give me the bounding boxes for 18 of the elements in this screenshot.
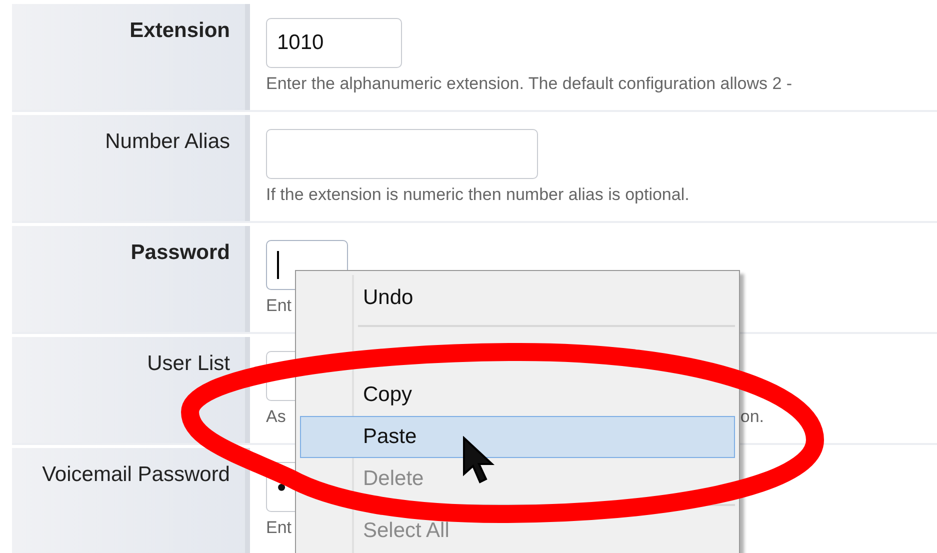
menu-item[interactable]: Paste	[300, 416, 735, 458]
input-field[interactable]	[266, 129, 538, 179]
hint-text: Enter the alphanumeric extension. The default configuration allows 2 -	[266, 74, 792, 94]
input-field[interactable]: 1010	[266, 18, 402, 68]
text-caret	[277, 251, 279, 279]
hint-text: As	[266, 407, 286, 427]
hint-text: Ent	[266, 296, 292, 316]
hint-text: If the extension is numeric then number alias is optional.	[266, 185, 690, 205]
mouse-pointer-icon	[462, 436, 496, 486]
field-label: Extension	[130, 19, 230, 43]
menu-item[interactable]: Undo	[300, 277, 735, 319]
field-label: Number Alias	[105, 130, 230, 154]
menu-item[interactable]: Copy	[300, 374, 735, 416]
hint-text: on.	[740, 407, 764, 427]
field-label: User List	[147, 352, 230, 376]
field-label: Password	[130, 241, 230, 265]
hint-text: Ent	[266, 518, 292, 538]
field-label: Voicemail Password	[42, 463, 230, 487]
